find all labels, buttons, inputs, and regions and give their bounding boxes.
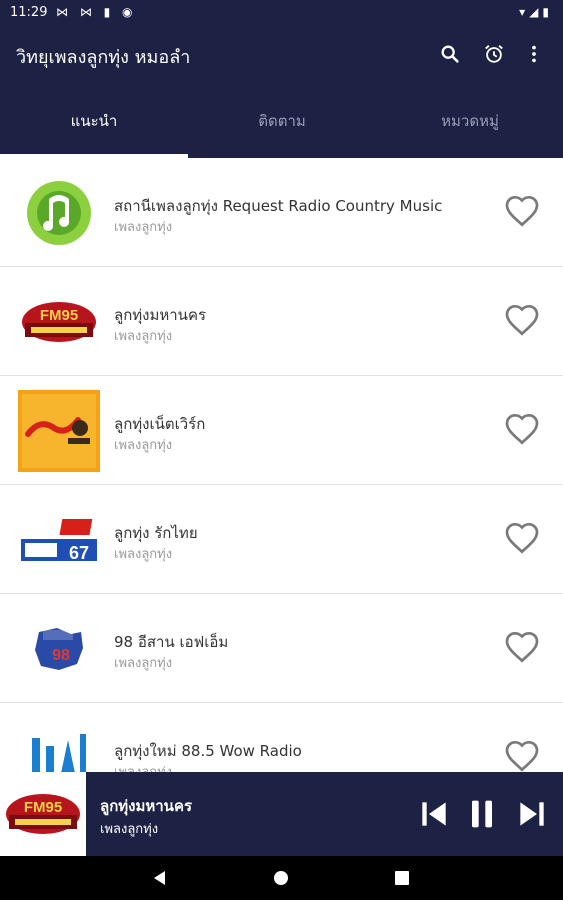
back-icon[interactable] [150, 868, 170, 888]
station-row[interactable]: 98 98 อีสาน เอฟเอ็ม เพลงลูกทุ่ง [0, 594, 563, 703]
station-name: 98 อีสาน เอฟเอ็ม [114, 633, 229, 651]
heart-icon[interactable] [504, 739, 540, 772]
logo-text: FM95 [24, 799, 62, 816]
status-time: 11:29 [10, 5, 48, 20]
green-music-logo [27, 181, 91, 245]
station-name: ลูกทุ่งเน็ตเวิร์ก [114, 415, 206, 433]
station-logo: 67 [18, 499, 100, 581]
station-category: เพลงลูกทุ่ง [114, 329, 173, 344]
skip-next-icon[interactable] [512, 794, 552, 834]
logo-text: 67 [69, 543, 89, 563]
station-row[interactable]: ลูกทุ่งเน็ตเวิร์ก เพลงลูกทุ่ง [0, 376, 563, 485]
station-category: เพลงลูกทุ่ง [114, 438, 173, 453]
station-row[interactable]: สถานีเพลงลูกทุ่ง Request Radio Country M… [0, 158, 563, 267]
station-logo [18, 390, 100, 472]
station-row[interactable]: ลูกทุ่งใหม่ 88.5 Wow Radio เพลงลูกทุ่ง [0, 703, 563, 772]
tab-following[interactable]: ติดตาม [188, 82, 376, 158]
fm95-logo: FM95 [6, 794, 80, 834]
station-row[interactable]: FM95 ลูกทุ่งมหานคร เพลงลูกทุ่ง [0, 267, 563, 376]
rakthai-logo: 67 [21, 519, 97, 563]
station-row[interactable]: 67 ลูกทุ่ง รักไทย เพลงลูกทุ่ง [0, 485, 563, 594]
alarm-button[interactable] [478, 38, 510, 70]
logo-text: 98 [52, 647, 70, 664]
station-name: ลูกทุ่ง รักไทย [114, 524, 198, 542]
app-title: วิทยุเพลงลูกทุ่ง หมอลำ [16, 47, 191, 68]
recents-icon[interactable] [392, 868, 412, 888]
station-logo: FM95 [18, 281, 100, 363]
more-options-button[interactable] [518, 38, 550, 70]
alarm-icon [485, 45, 503, 63]
home-icon[interactable] [271, 868, 291, 888]
station-category: เพลงลูกทุ่ง [114, 220, 173, 235]
tab-bar: แนะนำ ติดตาม หมวดหมู่ [0, 82, 563, 158]
mini-player[interactable]: FM95 ลูกทุ่งมหานคร เพลงลูกทุ่ง [0, 772, 563, 856]
station-list: สถานีเพลงลูกทุ่ง Request Radio Country M… [0, 158, 563, 772]
system-icons: ▾◢▮ [519, 5, 553, 19]
station-name: ลูกทุ่งมหานคร [114, 306, 207, 324]
more-vert-icon [532, 45, 536, 63]
station-logo [18, 172, 100, 254]
heart-icon[interactable] [504, 194, 540, 230]
status-bar: 11:29 ⋈ ⋈ ▮ ◉ ▾◢▮ [0, 0, 563, 26]
station-logo: 98 [18, 608, 100, 690]
system-nav-bar [0, 856, 563, 900]
pause-icon[interactable] [462, 794, 502, 834]
now-playing-logo: FM95 [0, 772, 86, 856]
tab-recommended[interactable]: แนะนำ [0, 82, 188, 158]
station-category: เพลงลูกทุ่ง [114, 656, 173, 671]
heart-icon[interactable] [504, 521, 540, 557]
heart-icon[interactable] [504, 630, 540, 666]
isan98-logo: 98 [35, 628, 83, 670]
app-bar: วิทยุเพลงลูกทุ่ง หมอลำ [0, 26, 563, 82]
station-name: สถานีเพลงลูกทุ่ง Request Radio Country M… [114, 197, 443, 215]
tab-categories[interactable]: หมวดหมู่ [376, 82, 563, 158]
logo-text: FM95 [40, 307, 78, 324]
station-name: ลูกทุ่งใหม่ 88.5 Wow Radio [114, 742, 302, 760]
skip-previous-icon[interactable] [414, 794, 454, 834]
now-playing-title: ลูกทุ่งมหานคร [100, 797, 193, 815]
station-category: เพลงลูกทุ่ง [114, 761, 172, 772]
search-icon [441, 45, 459, 63]
station-logo [18, 717, 100, 772]
orange-network-logo [18, 390, 100, 472]
now-playing-category: เพลงลูกทุ่ง [100, 822, 159, 837]
heart-icon[interactable] [504, 412, 540, 448]
search-button[interactable] [434, 38, 466, 70]
fm95-logo: FM95 [22, 302, 96, 342]
station-category: เพลงลูกทุ่ง [114, 547, 173, 562]
wow-radio-logo [32, 734, 86, 772]
notification-icons: ⋈ ⋈ ▮ ◉ [56, 5, 137, 19]
heart-icon[interactable] [504, 303, 540, 339]
